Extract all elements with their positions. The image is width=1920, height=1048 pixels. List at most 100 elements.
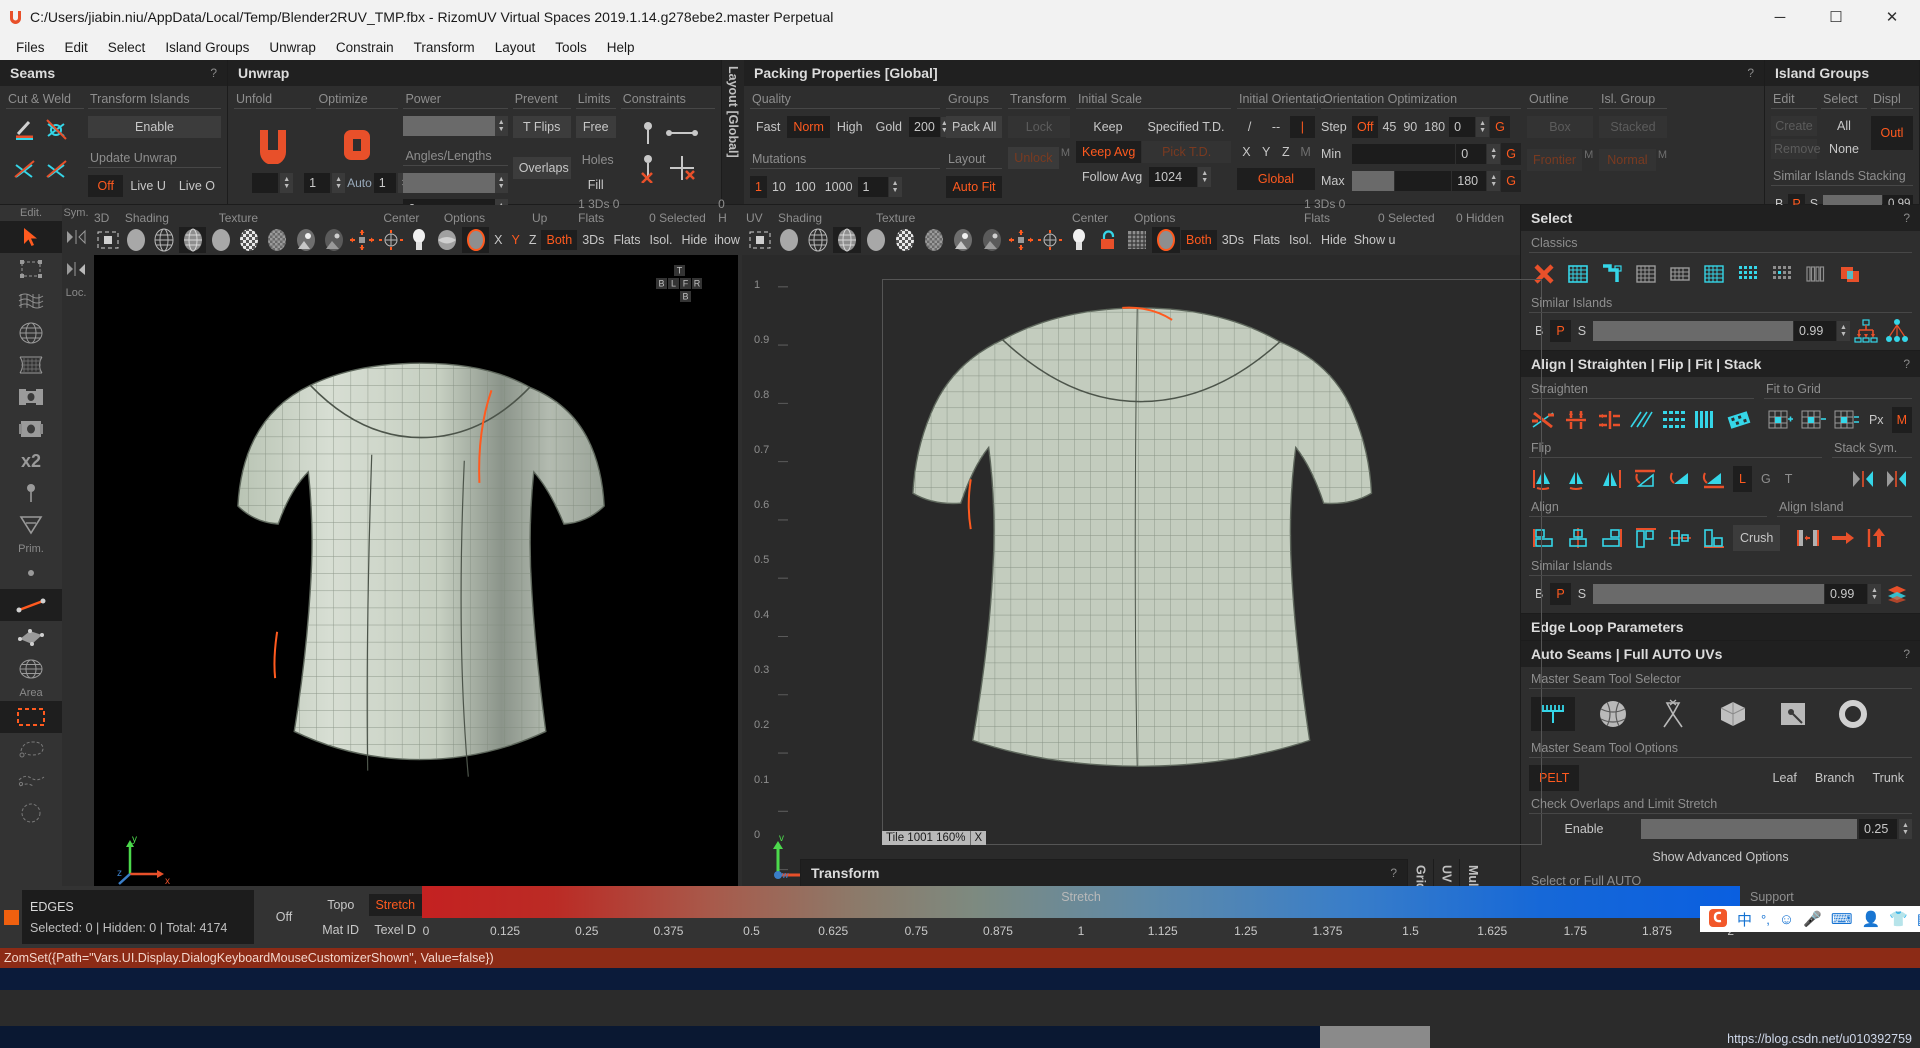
max-g-button[interactable]: G [1501, 170, 1521, 192]
quality-value-field[interactable]: 200 [909, 117, 940, 137]
display-stretch-button[interactable]: Stretch [369, 894, 423, 916]
pin-cross-icon[interactable] [666, 153, 698, 183]
select-overlap-icon[interactable] [1835, 260, 1865, 288]
pack-all-button[interactable]: Pack All [946, 116, 1002, 138]
select-p-button[interactable]: P [1550, 320, 1570, 342]
select-scatter-icon[interactable] [1882, 317, 1912, 345]
orient-z-button[interactable]: Z [1277, 141, 1296, 163]
island-select-icon[interactable] [0, 653, 62, 685]
check-overlaps-slider[interactable] [1641, 819, 1857, 839]
vp3d-up-z-button[interactable]: Z [525, 230, 541, 250]
select-point-icon[interactable] [1767, 260, 1797, 288]
layout-global-vertical-tab[interactable]: Layout [Global] [722, 60, 744, 204]
flatten-tool-icon[interactable] [0, 285, 62, 317]
vpuv-center-object-icon[interactable] [1036, 227, 1064, 253]
align-s-button[interactable]: S [1572, 583, 1592, 605]
select-stack-down-icon[interactable] [1851, 317, 1881, 345]
align-right-icon[interactable] [1597, 524, 1627, 552]
vp3d-up-x-button[interactable]: X [490, 230, 506, 250]
keyboard-icon[interactable]: ⌨ [1831, 910, 1853, 928]
step-off-button[interactable]: Off [1352, 116, 1378, 138]
align-threshold-value[interactable]: 0.99 [1825, 584, 1867, 604]
seam-tool-box-icon[interactable] [1711, 697, 1755, 731]
select-island-icon[interactable] [1733, 260, 1763, 288]
vp3d-view-3ds-button[interactable]: 3Ds [578, 230, 608, 250]
crush-button[interactable]: Crush [1733, 525, 1780, 551]
freehand-marquee-icon[interactable] [0, 765, 62, 797]
align-bottom-icon[interactable] [1699, 524, 1729, 552]
flip-t-button[interactable]: T [1780, 466, 1798, 492]
align-island-right-icon[interactable] [1828, 524, 1858, 552]
max-slider[interactable] [1395, 171, 1451, 191]
vpuv-isolate-button[interactable]: Isol. [1285, 230, 1316, 250]
vpuv-texture-img1-icon[interactable] [949, 227, 977, 253]
uv-tile-badge[interactable]: Tile 1001 160% X [882, 831, 986, 845]
texel-density-field[interactable]: 1024 [1149, 167, 1197, 187]
vpuv-view-3ds-button[interactable]: 3Ds [1218, 230, 1248, 250]
viewport-3d-canvas[interactable]: T B L F R B [94, 255, 738, 908]
check-overlaps-enable-button[interactable]: Enable [1529, 818, 1639, 840]
follow-avg-button[interactable]: Follow Avg [1076, 166, 1148, 188]
fit-grid-m-button[interactable]: M [1892, 407, 1912, 433]
outline-box-button[interactable]: Box [1527, 116, 1593, 138]
sphere-tool-icon[interactable] [0, 317, 62, 349]
vp3d-texture-checker-icon[interactable] [235, 227, 262, 253]
chinese-input-icon[interactable]: 中 [1737, 909, 1752, 930]
vpuv-shading-flat-icon[interactable] [775, 227, 803, 253]
vp3d-texture-grid-icon[interactable] [264, 227, 291, 253]
vpuv-grid-icon[interactable] [1123, 227, 1151, 253]
select-border-icon[interactable] [1597, 260, 1627, 288]
select-help-icon[interactable]: ? [1903, 211, 1910, 225]
align-p-button[interactable]: P [1550, 583, 1570, 605]
align-center-h-icon[interactable] [1563, 524, 1593, 552]
optimize-auto-field[interactable]: 1 [374, 173, 396, 193]
keep-avg-button[interactable]: Keep Avg [1076, 141, 1141, 163]
update-unwrap-live-u-button[interactable]: Live U [124, 175, 171, 197]
vp3d-view-flats-button[interactable]: Flats [609, 230, 644, 250]
mutations-1000-button[interactable]: 1000 [821, 176, 857, 198]
straighten-rotate-icon[interactable] [1725, 406, 1754, 434]
shield-tool-icon[interactable] [0, 509, 62, 541]
uv-tile-1001-area[interactable]: Tile 1001 160% X [882, 279, 1542, 845]
limits-holes-button[interactable]: Holes [576, 149, 616, 171]
vpuv-frame-icon[interactable] [746, 227, 774, 253]
unlock-button[interactable]: Unlock [1008, 147, 1059, 169]
maximize-button[interactable]: ☐ [1808, 0, 1864, 34]
mirror-snap-icon[interactable] [62, 253, 90, 285]
menu-island-groups[interactable]: Island Groups [155, 37, 259, 58]
weld-icon[interactable] [44, 116, 70, 142]
vpuv-hide-button[interactable]: Hide [1317, 230, 1351, 250]
initial-scale-keep-button[interactable]: Keep [1076, 116, 1140, 138]
select-threshold-value[interactable]: 0.99 [1794, 321, 1836, 341]
taskbar-url[interactable]: https://blog.csdn.net/u010392759 [1727, 1032, 1912, 1046]
vpuv-view-flats-button[interactable]: Flats [1249, 230, 1284, 250]
vp3d-shading-wire-icon[interactable] [151, 227, 178, 253]
vp3d-shading-flat-icon[interactable] [122, 227, 149, 253]
viewport-uv-canvas[interactable]: 1 0.9 0.8 0.7 0.6 0.5 0.4 0.3 0.2 0.1 0 [742, 255, 1520, 912]
vp3d-material-icon[interactable] [434, 227, 461, 253]
close-button[interactable]: ✕ [1864, 0, 1920, 34]
fit-grid-equal-icon[interactable] [1832, 406, 1861, 434]
flip-vertical-icon[interactable] [1563, 465, 1593, 493]
vpuv-texture-none-icon[interactable] [862, 227, 890, 253]
branch-button[interactable]: Branch [1807, 765, 1863, 791]
quality-high-button[interactable]: High [831, 116, 869, 138]
outline-frontier-button[interactable]: Frontier [1527, 149, 1582, 171]
mutations-10-button[interactable]: 10 [768, 176, 790, 198]
flip-g-button[interactable]: G [1756, 466, 1776, 492]
seam-tool-plane-icon[interactable] [1771, 697, 1815, 731]
straighten-parallel-icon[interactable] [1627, 406, 1656, 434]
vpuv-lock-icon[interactable] [1094, 227, 1122, 253]
uv-tile-badge-close[interactable]: X [970, 831, 987, 845]
min-g-button[interactable]: G [1501, 143, 1521, 165]
step-90-button[interactable]: 90 [1400, 116, 1420, 138]
shirt-icon[interactable]: 👕 [1889, 910, 1908, 928]
vpuv-shading-wire-icon[interactable] [804, 227, 832, 253]
fit-grid-plus-icon[interactable] [1767, 406, 1796, 434]
align-stack-layers-icon[interactable] [1882, 580, 1912, 608]
flip-l-button[interactable]: L [1733, 466, 1752, 492]
ig-remove-button[interactable]: Remove [1771, 139, 1817, 159]
sogou-logo-icon[interactable] [1708, 908, 1728, 931]
punctuation-icon[interactable]: °, [1761, 912, 1770, 927]
vpuv-light-icon[interactable] [1065, 227, 1093, 253]
